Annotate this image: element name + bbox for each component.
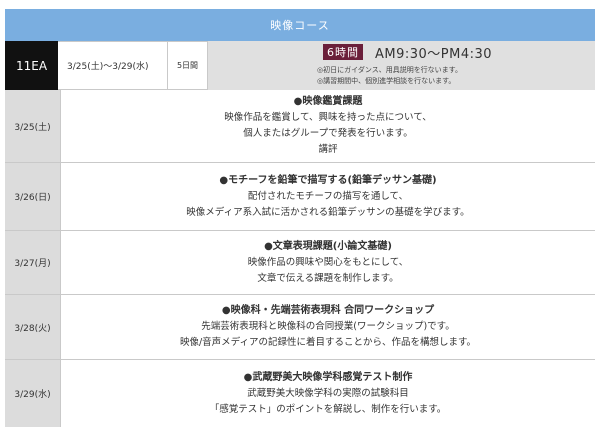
schedule-line: 先端芸術表現科と映像科の合同授業(ワークショップ)です。 xyxy=(201,321,455,332)
schedule-content: ●映像鑑賞課題 映像作品を鑑賞して、興味を持った点について、 個人またはグループ… xyxy=(60,90,595,162)
schedule-date: 3/27(月) xyxy=(5,231,60,294)
course-time: 6時間 AM9:30〜PM4:30 ◎初日にガイダンス、用具説明を行ないます。 … xyxy=(208,41,595,90)
course-dates: 3/25(土)〜3/29(水) xyxy=(58,41,167,90)
schedule-line: 講評 xyxy=(318,144,338,155)
schedule-line: 「感覚テスト」のポイントを解説し、制作を行います。 xyxy=(209,403,447,415)
schedule-title: ●映像鑑賞課題 xyxy=(293,96,363,107)
schedule-date: 3/25(土) xyxy=(5,90,60,162)
schedule-date: 3/26(日) xyxy=(5,163,60,230)
schedule-content: ●文章表現課題(小論文基礎) 映像作品の興味や関心をもとにして、 文章で伝える課… xyxy=(60,231,595,294)
schedule-line: 配付されたモチーフの描写を通して、 xyxy=(247,190,409,202)
course-days: 5日間 xyxy=(167,41,208,90)
schedule-line: 文章で伝える課題を制作します。 xyxy=(257,272,399,284)
schedule-row: 3/26(日) ●モチーフを鉛筆で描写する(鉛筆デッサン基礎) 配付されたモチー… xyxy=(5,163,595,231)
schedule-title: ●武蔵野美大映像学科感覚テスト制作 xyxy=(243,371,413,383)
schedule-row: 3/28(火) ●映像科・先端芸術表現科 合同ワークショップ 先端芸術表現科と映… xyxy=(5,295,595,360)
course-header: 映像コース xyxy=(5,9,595,41)
schedule-row: 3/29(水) ●武蔵野美大映像学科感覚テスト制作 武蔵野美大映像学科の実際の試… xyxy=(5,360,595,427)
schedule-date: 3/29(水) xyxy=(5,360,60,427)
schedule-date: 3/28(火) xyxy=(5,295,60,359)
course-summary: 11EA 3/25(土)〜3/29(水) 5日間 6時間 AM9:30〜PM4:… xyxy=(5,41,595,90)
course-code: 11EA xyxy=(5,41,58,90)
schedule-content: ●映像科・先端芸術表現科 合同ワークショップ 先端芸術表現科と映像科の合同授業(… xyxy=(60,295,595,359)
schedule-title: ●文章表現課題(小論文基礎) xyxy=(264,240,392,252)
schedule-line: 映像作品の興味や関心をもとにして、 xyxy=(247,256,409,268)
schedule-line: 映像メディア系入試に活かされる鉛筆デッサンの基礎を学びます。 xyxy=(186,206,470,218)
schedule-line: 映像作品を鑑賞して、興味を持った点について、 xyxy=(224,112,432,123)
schedule-row: 3/25(土) ●映像鑑賞課題 映像作品を鑑賞して、興味を持った点について、 個… xyxy=(5,90,595,163)
note-consultation: ◎講習期間中、個別進学相談を行ないます。 xyxy=(317,77,456,85)
hours-badge: 6時間 xyxy=(323,44,363,60)
schedule-content: ●武蔵野美大映像学科感覚テスト制作 武蔵野美大映像学科の実際の試験科目 「感覚テ… xyxy=(60,360,595,427)
schedule-line: 武蔵野美大映像学科の実際の試験科目 xyxy=(247,387,409,399)
schedule-line: 映像/音声メディアの記録性に着目することから、作品を構想します。 xyxy=(179,337,477,348)
schedule-title: ●モチーフを鉛筆で描写する(鉛筆デッサン基礎) xyxy=(219,174,437,186)
schedule-content: ●モチーフを鉛筆で描写する(鉛筆デッサン基礎) 配付されたモチーフの描写を通して… xyxy=(60,163,595,230)
schedule-line: 個人またはグループで発表を行います。 xyxy=(243,128,413,139)
note-guidance: ◎初日にガイダンス、用具説明を行ないます。 xyxy=(317,66,462,74)
time-range: AM9:30〜PM4:30 xyxy=(375,47,493,62)
schedule-title: ●映像科・先端芸術表現科 合同ワークショップ xyxy=(221,305,435,316)
schedule-row: 3/27(月) ●文章表現課題(小論文基礎) 映像作品の興味や関心をもとにして、… xyxy=(5,231,595,295)
